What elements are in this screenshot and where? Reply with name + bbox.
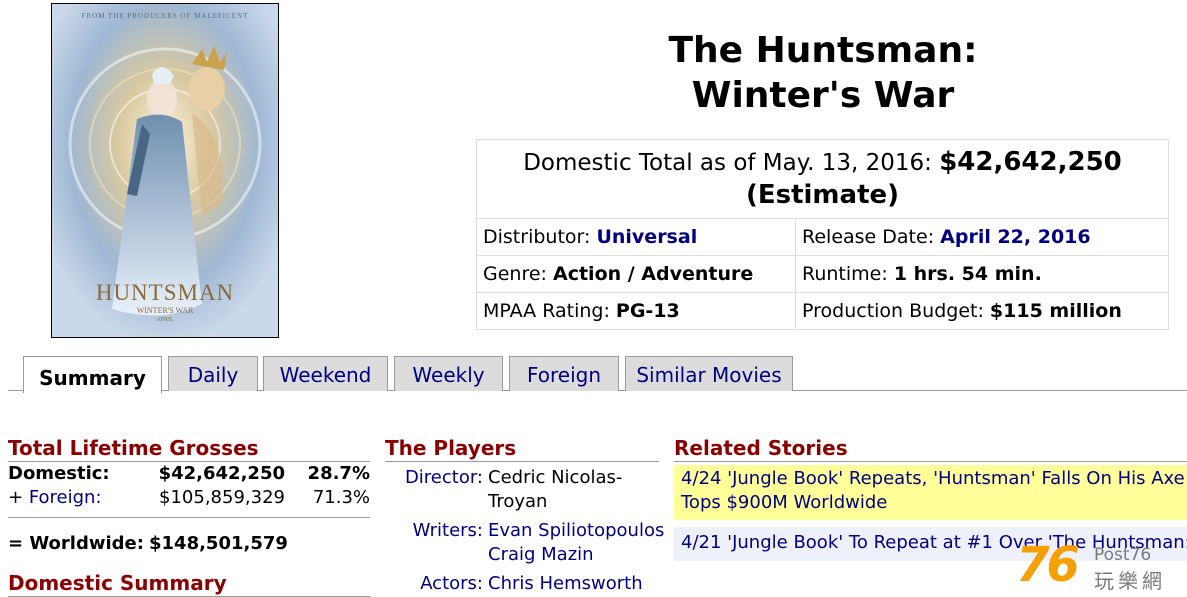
movie-title-line2: Winter's War <box>691 75 955 116</box>
logo-word: Post76 <box>1094 545 1152 565</box>
tab-similar-movies[interactable]: Similar Movies <box>625 356 793 391</box>
genre-label: Genre: <box>483 263 547 285</box>
release-date-label: Release Date: <box>802 226 935 248</box>
foreign-gross-link[interactable]: Foreign: <box>29 487 102 508</box>
production-budget-label: Production Budget: <box>802 300 984 322</box>
actor-link[interactable]: Chris Hemsworth <box>488 572 643 596</box>
poster-subtitle: WINTER'S WAR <box>136 306 194 315</box>
grosses-divider <box>8 517 370 518</box>
distributor-link[interactable]: Universal <box>596 226 697 248</box>
writers-list: Evan Spiliotopoulos Craig Mazin <box>488 519 664 567</box>
movie-poster: FROM THE PRODUCERS OF MALEFICENT HUNTSMA… <box>51 3 279 338</box>
distributor-cell: Distributor: Universal <box>476 218 796 256</box>
foreign-gross-value: $105,859,329 <box>159 487 285 508</box>
tab-summary[interactable]: Summary <box>23 356 162 393</box>
mpaa-rating-value: PG-13 <box>615 300 680 322</box>
foreign-gross-label-row: + Foreign: <box>8 487 102 508</box>
actors-label: Actors: <box>420 573 483 594</box>
runtime-cell: Runtime: 1 hrs. 54 min. <box>795 255 1169 293</box>
writers-label: Writers: <box>412 520 483 541</box>
domestic-gross-value: $42,642,250 <box>158 463 285 484</box>
domestic-total-cell: Domestic Total as of May. 13, 2016: $42,… <box>476 139 1169 219</box>
players-heading: The Players <box>385 436 659 462</box>
foreign-prefix: + <box>8 487 24 508</box>
movie-title-line1: The Huntsman: <box>668 30 978 71</box>
director-name-line2: Troyan <box>488 491 548 512</box>
worldwide-gross-value: $148,501,579 <box>149 533 288 554</box>
domestic-gross-label: Domestic: <box>8 463 110 484</box>
release-date-cell: Release Date: April 22, 2016 <box>795 218 1169 256</box>
story-line: 4/24 'Jungle Book' Repeats, 'Huntsman' F… <box>681 468 1187 489</box>
post76-watermark-logo: 76 Post76 玩樂網 <box>1016 537 1187 597</box>
production-budget-cell: Production Budget: $115 million <box>795 292 1169 330</box>
foreign-gross-percent: 71.3% <box>312 487 370 508</box>
genre-cell: Genre: Action / Adventure <box>476 255 796 293</box>
related-story-link[interactable]: 4/24 'Jungle Book' Repeats, 'Huntsman' F… <box>674 465 1187 520</box>
domestic-total-value: $42,642,250 <box>939 147 1122 177</box>
tab-weekly[interactable]: Weekly <box>394 356 503 391</box>
related-stories-heading: Related Stories <box>674 436 1187 462</box>
tab-daily[interactable]: Daily <box>168 356 258 391</box>
logo-cjk: 玩樂網 <box>1094 569 1166 593</box>
domestic-summary-heading: Domestic Summary <box>8 571 370 597</box>
logo-number: 76 <box>1016 537 1080 593</box>
genre-value: Action / Adventure <box>553 263 754 285</box>
poster-date: APRIL <box>156 317 174 323</box>
grosses-heading: Total Lifetime Grosses <box>8 436 370 462</box>
distributor-label: Distributor: <box>483 226 591 248</box>
story-line: Tops $900M Worldwide <box>681 492 888 513</box>
director-label: Director: <box>404 467 483 488</box>
runtime-label: Runtime: <box>802 263 888 285</box>
director-name: Cedric Nicolas- Troyan <box>488 466 622 514</box>
domestic-gross-percent: 28.7% <box>307 463 370 484</box>
worldwide-gross-label: = Worldwide: <box>8 533 144 554</box>
domestic-total-label: Domestic Total as of May. 13, 2016: <box>523 150 932 176</box>
director-name-line1: Cedric Nicolas- <box>488 467 623 488</box>
poster-tagline: FROM THE PRODUCERS OF MALEFICENT <box>81 12 249 20</box>
writer-link[interactable]: Evan Spiliotopoulos <box>488 519 664 543</box>
movie-info-table: Domestic Total as of May. 13, 2016: $42,… <box>476 139 1169 330</box>
release-date-link[interactable]: April 22, 2016 <box>940 226 1090 248</box>
movie-title: The Huntsman: Winter's War <box>476 28 1170 118</box>
runtime-value: 1 hrs. 54 min. <box>893 263 1042 285</box>
domestic-total-note: (Estimate) <box>745 180 900 210</box>
tab-weekend[interactable]: Weekend <box>263 356 388 391</box>
mpaa-rating-cell: MPAA Rating: PG-13 <box>476 292 796 330</box>
mpaa-rating-label: MPAA Rating: <box>483 300 610 322</box>
writer-link[interactable]: Craig Mazin <box>488 543 664 567</box>
poster-film-name: HUNTSMAN <box>95 280 235 305</box>
tab-foreign[interactable]: Foreign <box>509 356 619 391</box>
production-budget-value: $115 million <box>989 300 1122 322</box>
